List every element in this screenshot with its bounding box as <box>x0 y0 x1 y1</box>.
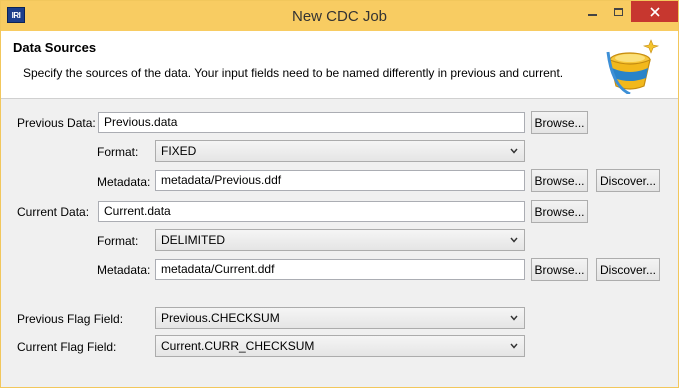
current-format-value: DELIMITED <box>161 233 226 247</box>
current-flag-field-select[interactable]: Current.CURR_CHECKSUM <box>155 335 525 357</box>
previous-metadata-browse-button[interactable]: Browse... <box>531 169 588 192</box>
page-header: Data Sources Specify the sources of the … <box>1 31 678 99</box>
current-format-label: Format: <box>97 234 139 248</box>
previous-flag-field-select[interactable]: Previous.CHECKSUM <box>155 307 525 329</box>
chevron-down-icon <box>510 343 518 349</box>
previous-flag-field-value: Previous.CHECKSUM <box>161 311 280 325</box>
maximize-icon <box>613 7 623 16</box>
page-title: Data Sources <box>13 40 97 55</box>
current-metadata-discover-button[interactable]: Discover... <box>596 258 660 281</box>
title-bar[interactable]: IRI New CDC Job <box>1 1 678 31</box>
close-icon <box>649 6 660 17</box>
chevron-down-icon <box>510 148 518 154</box>
previous-data-label: Previous Data: <box>17 116 96 130</box>
current-metadata-label: Metadata: <box>97 263 151 277</box>
previous-data-browse-button[interactable]: Browse... <box>531 111 588 134</box>
previous-format-select[interactable]: FIXED <box>155 140 525 162</box>
current-data-input[interactable]: Current.data <box>98 201 525 222</box>
current-data-browse-button[interactable]: Browse... <box>531 200 588 223</box>
previous-format-value: FIXED <box>161 144 197 158</box>
page-description: Specify the sources of the data. Your in… <box>23 66 564 80</box>
previous-metadata-input[interactable]: metadata/Previous.ddf <box>155 170 525 191</box>
chevron-down-icon <box>510 237 518 243</box>
previous-data-input[interactable]: Previous.data <box>98 112 525 133</box>
current-format-select[interactable]: DELIMITED <box>155 229 525 251</box>
dialog-window: IRI New CDC Job Data Sources Specify the… <box>0 0 679 388</box>
previous-metadata-discover-button[interactable]: Discover... <box>596 169 660 192</box>
minimize-icon <box>587 13 597 16</box>
maximize-button[interactable] <box>605 1 631 22</box>
chevron-down-icon <box>510 315 518 321</box>
previous-format-label: Format: <box>97 145 139 159</box>
previous-flag-field-label: Previous Flag Field: <box>17 312 124 326</box>
bucket-icon <box>606 39 660 94</box>
current-flag-field-value: Current.CURR_CHECKSUM <box>161 339 315 353</box>
minimize-button[interactable] <box>579 1 605 22</box>
window-title: New CDC Job <box>291 7 388 25</box>
current-metadata-browse-button[interactable]: Browse... <box>531 258 588 281</box>
previous-metadata-label: Metadata: <box>97 175 151 189</box>
current-data-label: Current Data: <box>17 205 90 219</box>
close-button[interactable] <box>631 1 678 22</box>
current-metadata-input[interactable]: metadata/Current.ddf <box>155 259 525 280</box>
current-flag-field-label: Current Flag Field: <box>17 340 117 354</box>
